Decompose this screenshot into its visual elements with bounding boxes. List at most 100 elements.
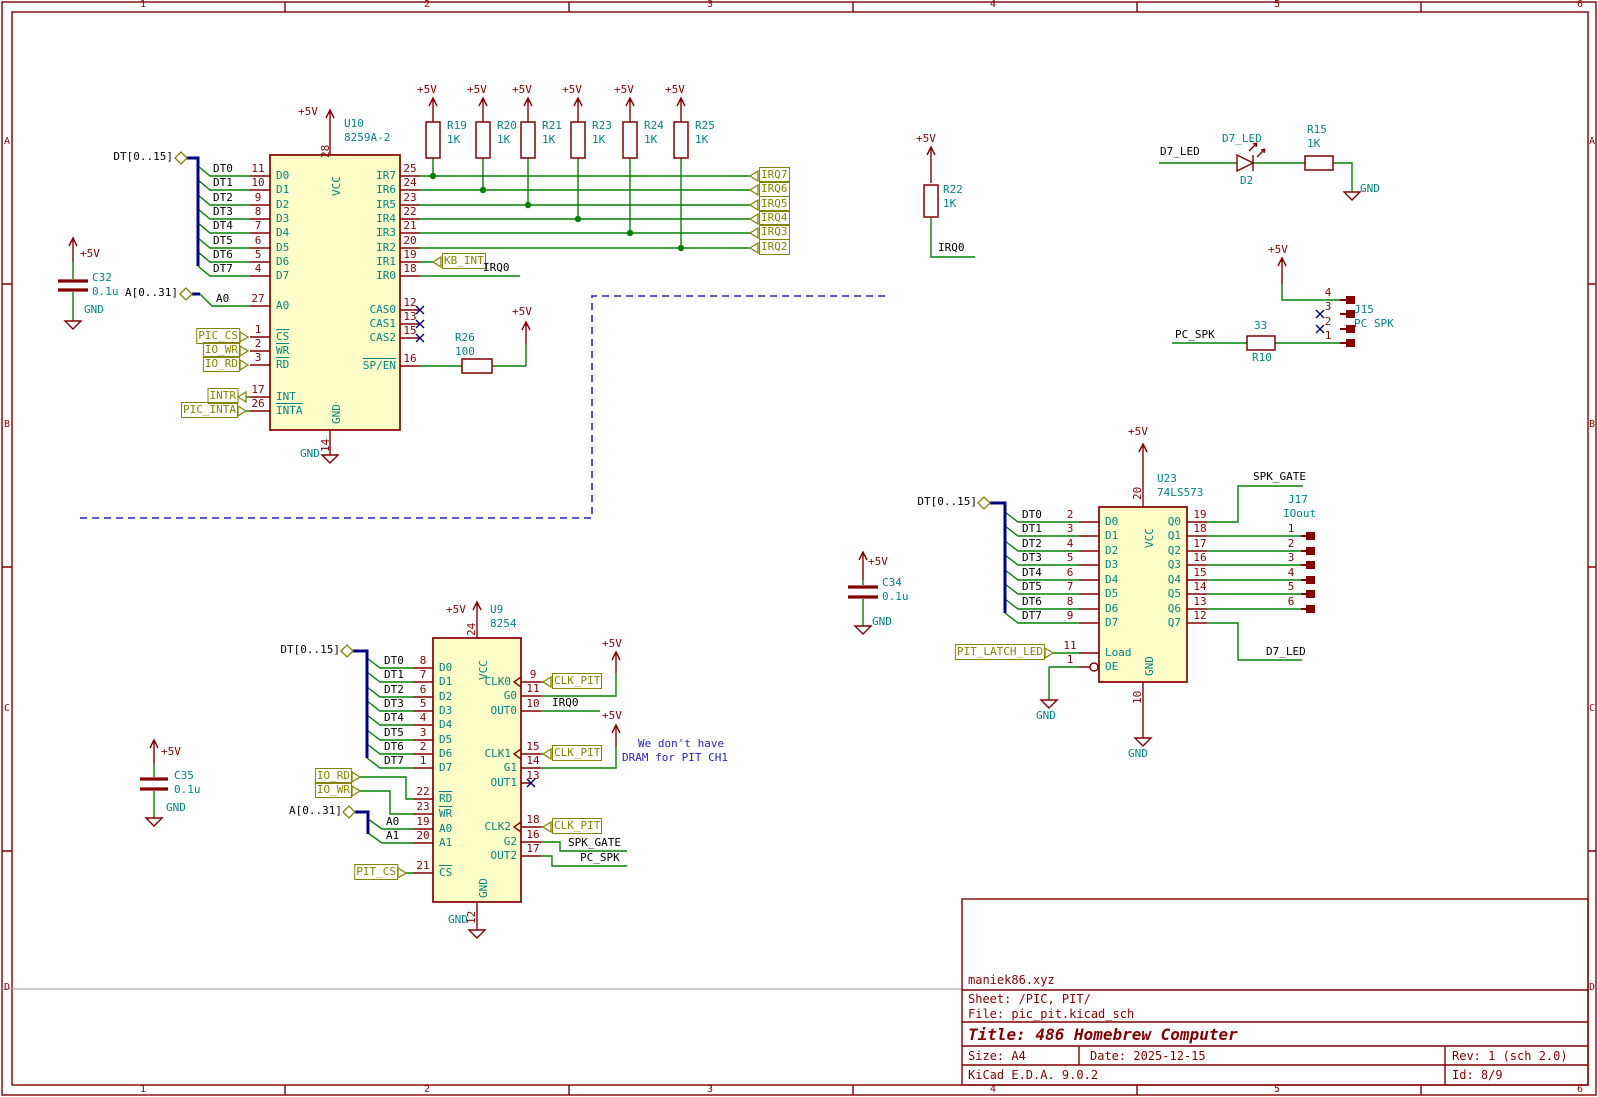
glabel-intr: INTR — [207, 388, 238, 404]
netlabel-irq0-r22: IRQ0 — [938, 241, 965, 254]
u10-name-ir4: IR4 — [376, 212, 396, 225]
label-dt-bus-u10: DT[0..15] — [113, 150, 173, 163]
dt-bus-u10 — [186, 156, 200, 266]
u23-name-d7: D7 — [1105, 616, 1119, 629]
u23-name-q0: Q0 — [1167, 515, 1181, 528]
border-col5-top: 5 — [1273, 0, 1281, 10]
u23-num-13: 13 — [1193, 595, 1207, 608]
led-d2[interactable] — [1236, 142, 1266, 173]
r23-5v: +5V — [562, 83, 582, 96]
u10-value: 8259A-2 — [344, 131, 391, 144]
r24-val: 1K — [644, 133, 658, 146]
u9-num-17: 17 — [526, 842, 540, 855]
j17-num-4: 4 — [1287, 566, 1295, 579]
u10-body[interactable] — [269, 154, 401, 431]
u10-name-cas2: CAS2 — [369, 331, 397, 344]
u10-num-12: 12 — [403, 296, 417, 309]
glabel-pic-inta: PIC_INTA — [181, 402, 238, 418]
r21-ref: R21 — [542, 119, 562, 132]
u23-name-d3: D3 — [1105, 558, 1119, 571]
u9-num-1: 1 — [419, 754, 427, 767]
u9-num-15: 15 — [526, 740, 540, 753]
u9-num-14: 14 — [526, 754, 540, 767]
u9-name-rd: RD — [439, 792, 453, 805]
u10-num-8: 8 — [254, 205, 262, 218]
label-dt-bus-u23: DT[0..15] — [917, 495, 977, 508]
u10-wire-dt1: DT1 — [213, 176, 233, 189]
c32-plates — [58, 279, 88, 292]
u9-name-g1: G1 — [503, 761, 517, 774]
schematic-canvas[interactable] — [0, 0, 1598, 1097]
u23-num-18: 18 — [1193, 522, 1207, 535]
j15-connector[interactable] — [1340, 296, 1355, 347]
netlabel-d7led-left: D7_LED — [1160, 145, 1200, 158]
u10-num-1: 1 — [254, 323, 262, 336]
u10-name-ir2: IR2 — [376, 241, 396, 254]
u23-num-14: 14 — [1193, 580, 1207, 593]
u10-num-5: 5 — [254, 248, 262, 261]
u10-num-17: 17 — [251, 383, 265, 396]
r19-5v: +5V — [417, 83, 437, 96]
r23-body — [570, 121, 586, 159]
u23-pin20: 20 — [1131, 486, 1144, 500]
sheet-frame — [1, 1, 1597, 1096]
title-block-company: maniek86.xyz — [968, 973, 1055, 987]
u23-pin10: 10 — [1131, 690, 1144, 704]
title-block-size: Size: A4 — [968, 1049, 1026, 1063]
glabel-pit-latch-led: PIT_LATCH_LED — [954, 644, 1046, 660]
u23-name-gnd: GND — [1143, 656, 1156, 676]
u23-name-d0: D0 — [1105, 515, 1119, 528]
u10-num-11: 11 — [251, 162, 265, 175]
j17-num-3: 3 — [1287, 551, 1295, 564]
u10-wire-dt3: DT3 — [213, 205, 233, 218]
u10-name-d3: D3 — [276, 212, 290, 225]
u9-num-19: 19 — [416, 815, 430, 828]
u9-ref: U9 — [490, 603, 504, 616]
u10-num-13: 13 — [403, 310, 417, 323]
u9-name-g0: G0 — [503, 689, 517, 702]
u9-name-gnd: GND — [477, 878, 490, 898]
u9-name-d0: D0 — [439, 661, 453, 674]
u9-num-7: 7 — [419, 668, 427, 681]
c35-gnd: GND — [166, 801, 186, 814]
j17-connector[interactable] — [1301, 532, 1315, 613]
r22-ref: R22 — [943, 183, 963, 196]
u9-wire-dt5: DT5 — [384, 726, 404, 739]
u9-num-11: 11 — [526, 682, 540, 695]
label-a-bus-u9: A[0..31] — [289, 804, 342, 817]
u10-num-10: 10 — [251, 176, 265, 189]
u10-name-ir7: IR7 — [376, 169, 396, 182]
u9-name-out0: OUT0 — [490, 704, 518, 717]
u23-name-q1: Q1 — [1167, 529, 1181, 542]
netlabel-pc-spk-u9: PC_SPK — [580, 851, 620, 864]
glabel-irq2: IRQ2 — [759, 239, 790, 255]
u23-name-d5: D5 — [1105, 587, 1119, 600]
u23-name-d1: D1 — [1105, 529, 1119, 542]
u10-wire-dt6: DT6 — [213, 248, 233, 261]
border-rowC-left: C — [3, 703, 11, 714]
u10-num-3: 3 — [254, 351, 262, 364]
u23-wire-dt0: DT0 — [1022, 508, 1042, 521]
c35-plates — [140, 777, 168, 791]
u10-wire-dt4: DT4 — [213, 219, 233, 232]
u10-gnd-label: GND — [300, 447, 320, 460]
u10-num-18: 18 — [403, 262, 417, 275]
title-block-title: Title: 486 Homebrew Computer — [968, 1025, 1238, 1044]
c32-ref: C32 — [92, 271, 112, 284]
c35-val: 0.1u — [174, 783, 201, 796]
border-col3-bot: 3 — [706, 1084, 714, 1095]
u10-name-cas1: CAS1 — [369, 317, 397, 330]
u9-num-18: 18 — [526, 813, 540, 826]
border-col6-bot: 6 — [1576, 1084, 1584, 1095]
border-rowB-right: B — [1588, 419, 1596, 430]
u9-name-clk1: CLK1 — [484, 747, 512, 760]
u10-name-ir3: IR3 — [376, 226, 396, 239]
u23-oe-gnd-label: GND — [1036, 709, 1056, 722]
glabel-pit-cs: PIT_CS — [354, 864, 398, 880]
u10-num-7: 7 — [254, 219, 262, 232]
u10-num-24: 24 — [403, 176, 417, 189]
u23-num-8: 8 — [1066, 595, 1074, 608]
j15-num-1: 1 — [1324, 329, 1332, 342]
u9-num-16: 16 — [526, 828, 540, 841]
r20-body — [475, 121, 491, 159]
